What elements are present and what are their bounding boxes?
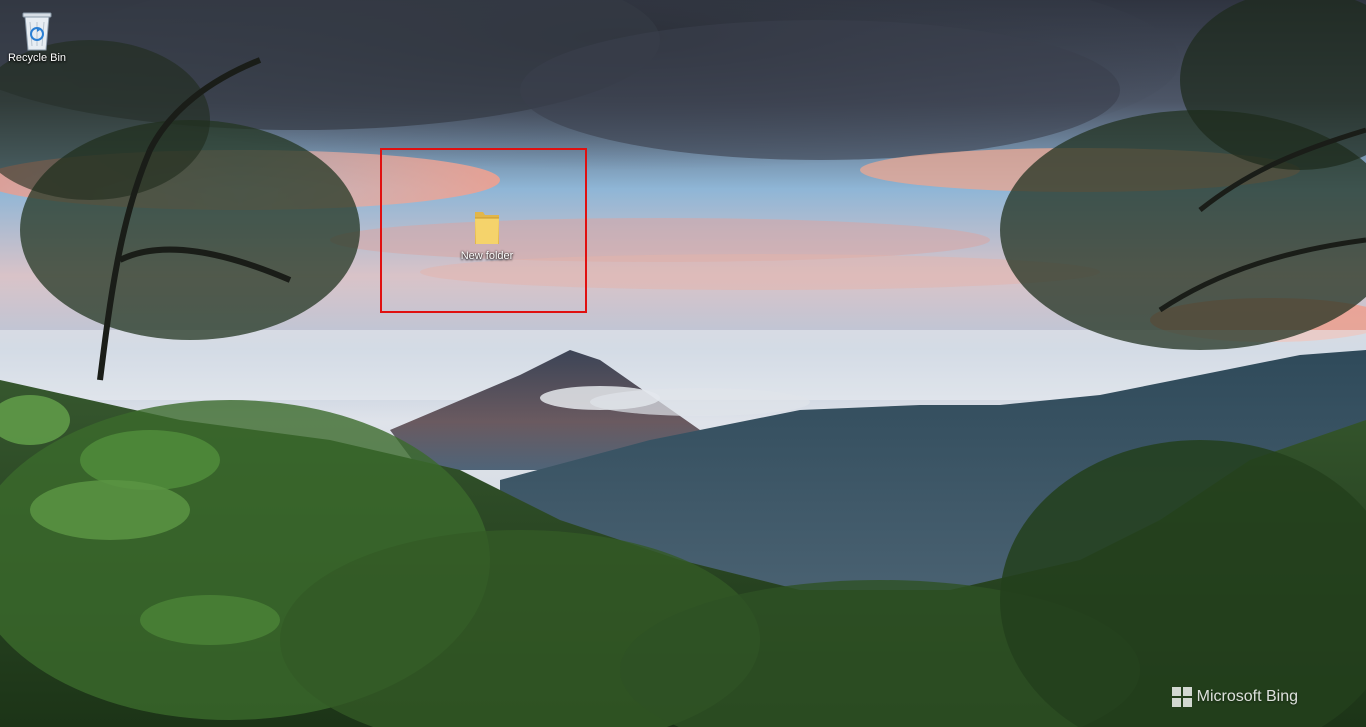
watermark-text: Microsoft Bing [1196, 688, 1298, 705]
wallpaper-background [0, 0, 1366, 727]
bing-logo-icon [1171, 687, 1192, 707]
recycle-bin-shortcut[interactable]: Recycle Bin [2, 8, 72, 65]
new-folder-item[interactable]: New folder [452, 206, 522, 263]
recycle-bin-label: Recycle Bin [7, 52, 67, 64]
folder-icon [475, 212, 499, 244]
bing-watermark: Microsoft Bing [1171, 687, 1298, 707]
recycle-bin-icon [22, 12, 52, 51]
new-folder-label: New folder [460, 250, 514, 262]
desktop[interactable]: Recycle Bin New folder Microsoft Bing [0, 0, 1366, 727]
